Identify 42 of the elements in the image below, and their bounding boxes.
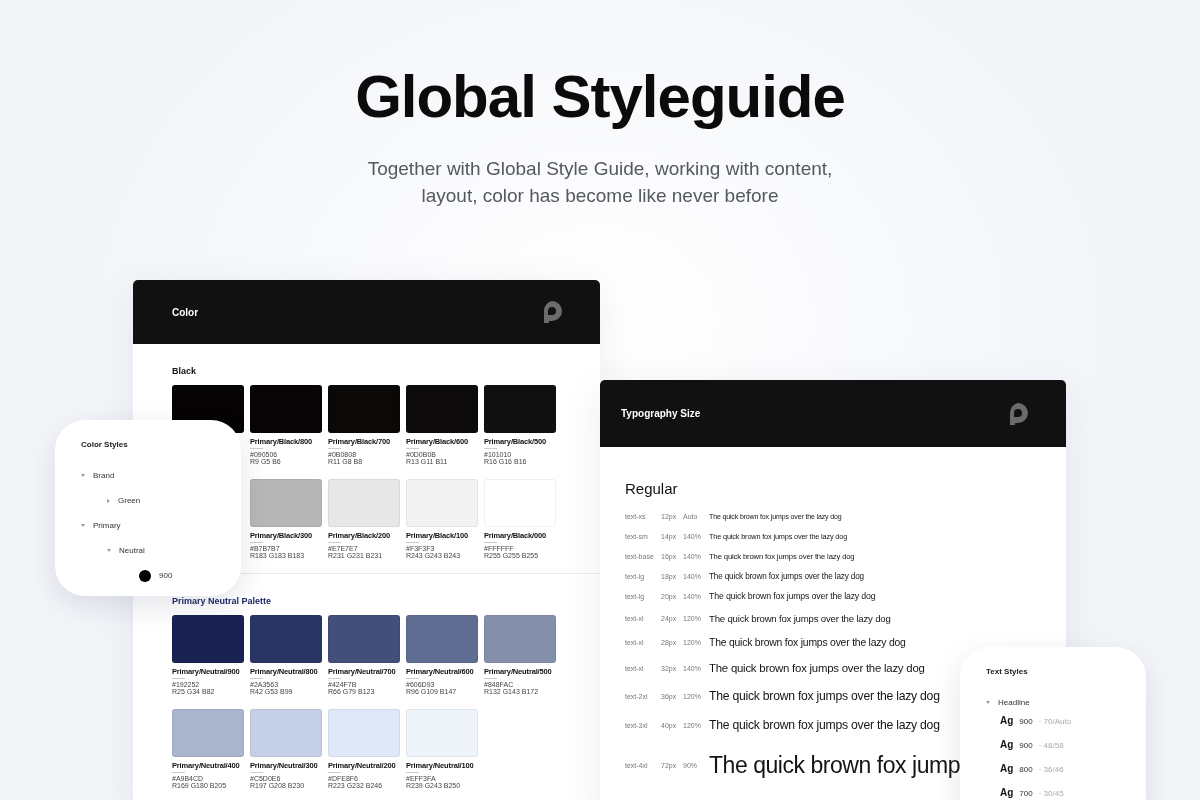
font-weight: 700 — [1019, 789, 1033, 798]
font-weight: 800 — [1019, 765, 1033, 774]
tree-item[interactable]: Neutral — [119, 546, 145, 555]
type-sample: The quick brown fox jumps over the lazy dog — [709, 591, 876, 601]
caret-down-icon[interactable] — [107, 549, 111, 552]
panel-title: Text Styles — [986, 667, 1029, 676]
type-sample: The quick brown fox jumps over the lazy dog — [709, 718, 940, 732]
section-title: Black — [172, 366, 198, 376]
style-spec: · 36/46 — [1038, 765, 1064, 774]
style-spec: · 48/58 — [1038, 741, 1064, 750]
caret-down-icon[interactable] — [986, 701, 990, 704]
style-sample: Ag — [1000, 739, 1014, 750]
card-title: Typography Size — [621, 408, 701, 419]
page-subtitle: Together with Global Style Guide, working with content, layout, color has become like never before — [366, 157, 834, 208]
card-title: Color — [172, 306, 199, 318]
panel-title: Color Styles — [81, 440, 129, 449]
caret-right-icon[interactable] — [107, 498, 110, 503]
logo-icon — [542, 301, 562, 323]
caret-down-icon[interactable] — [81, 474, 85, 477]
type-sample: The quick brown fox jumps over the lazy dog — [709, 636, 906, 648]
tree-item[interactable]: Brand — [93, 471, 115, 480]
tree-item[interactable]: Headline — [998, 698, 1030, 707]
type-sample: The quick brown fox jumps over the lazy dog — [709, 662, 925, 674]
tree-item[interactable]: 900 — [159, 571, 173, 580]
type-sample: The quick brown fox jumps over the lazy dog — [709, 571, 864, 581]
style-sample: Ag — [1000, 763, 1014, 774]
type-sample: The quick brown fox jumps over the lazy dog — [709, 612, 891, 624]
logo-icon — [1008, 402, 1028, 425]
type-sample: The quick brown fox jump — [709, 751, 961, 779]
style-spec: · 30/45 — [1038, 789, 1064, 798]
section-title: Regular — [625, 480, 679, 497]
tree-item[interactable]: Green — [118, 496, 141, 505]
page-title: Global Styleguide — [355, 62, 845, 131]
font-weight: 900 — [1019, 717, 1033, 726]
section-title: Primary Neutral Palette — [172, 596, 273, 606]
type-sample: The quick brown fox jumps over the lazy dog — [709, 689, 940, 703]
font-weight: 900 — [1019, 741, 1033, 750]
tree-item[interactable]: Primary — [93, 521, 121, 530]
caret-down-icon[interactable] — [81, 524, 85, 527]
style-spec: · 70/Auto — [1038, 717, 1072, 726]
style-sample: Ag — [1000, 787, 1014, 798]
style-sample: Ag — [1000, 715, 1014, 726]
